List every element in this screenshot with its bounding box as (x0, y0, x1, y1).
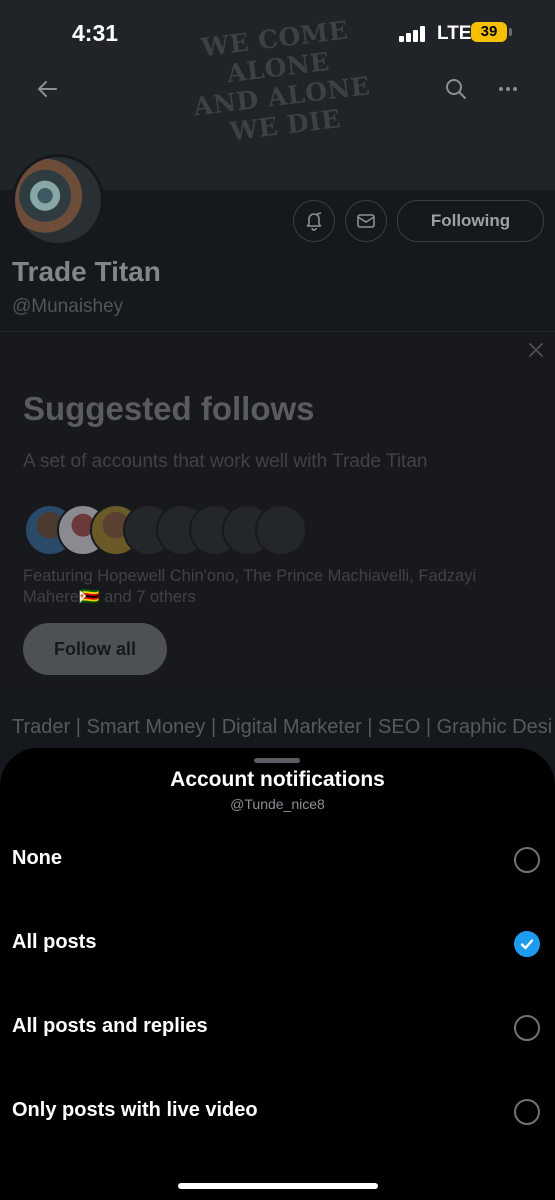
status-time: 4:31 (72, 20, 119, 46)
home-indicator (178, 1183, 378, 1189)
suggested-avatars (24, 504, 307, 556)
cellular-signal-icon (399, 26, 429, 42)
checkmark-icon (520, 939, 534, 950)
network-type: LTE (437, 23, 472, 44)
profile-handle: @Munaishey (12, 296, 124, 317)
featuring-line: Featuring Hopewell Chin'ono, The Prince … (23, 567, 477, 585)
option-label: All posts (12, 931, 97, 953)
battery-level: 39 (471, 22, 507, 42)
option-all-posts[interactable]: All posts (0, 903, 555, 987)
option-label: None (12, 847, 62, 869)
suggested-follows-subtitle: A set of accounts that work well with Tr… (23, 451, 428, 472)
radio-button[interactable] (514, 847, 540, 873)
notification-bell-button[interactable] (293, 200, 335, 242)
following-button[interactable]: Following (397, 200, 544, 242)
sheet-drag-handle[interactable] (254, 758, 300, 763)
option-live-video[interactable]: Only posts with live video (0, 1071, 555, 1155)
mail-icon (357, 214, 375, 228)
option-label: All posts and replies (12, 1015, 208, 1037)
message-button[interactable] (345, 200, 387, 242)
profile-name: Trade Titan (12, 256, 161, 287)
back-arrow-icon[interactable] (27, 69, 67, 109)
search-icon[interactable] (436, 69, 476, 109)
radio-button[interactable] (514, 1099, 540, 1125)
avatar (255, 504, 307, 556)
more-icon[interactable] (488, 69, 528, 109)
option-all-posts-and-replies[interactable]: All posts and replies (0, 987, 555, 1071)
battery-tip (509, 28, 512, 36)
suggested-follows-title: Suggested follows (23, 390, 315, 427)
option-none[interactable]: None (0, 819, 555, 903)
close-icon[interactable] (527, 341, 545, 364)
featuring-text: Featuring Hopewell Chin'ono, The Prince … (23, 566, 513, 608)
radio-button[interactable] (514, 1015, 540, 1041)
radio-button[interactable] (514, 931, 540, 957)
notification-bell-icon (306, 212, 322, 231)
avatar[interactable] (12, 154, 104, 246)
featuring-line: Mahere🇿🇼 and 7 others (23, 588, 196, 606)
status-bar: 4:31 LTE 39 (0, 0, 555, 66)
sheet-subtitle: @Tunde_nice8 (230, 796, 325, 812)
sheet-title: Account notifications (170, 768, 385, 791)
option-label: Only posts with live video (12, 1099, 258, 1121)
follow-all-button[interactable]: Follow all (23, 623, 167, 675)
